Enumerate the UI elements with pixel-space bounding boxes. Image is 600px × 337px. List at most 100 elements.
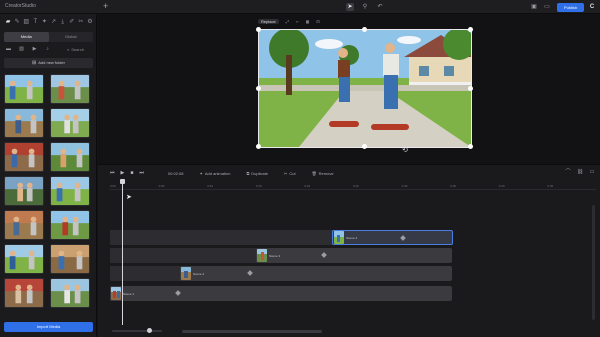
resize-handle-top-left[interactable] — [256, 27, 261, 32]
keyframe-marker[interactable] — [321, 252, 327, 258]
media-thumbnail[interactable] — [4, 278, 44, 308]
tab-media[interactable]: Media — [4, 32, 49, 42]
title-bar: CreatorStudio + ➤ ⚲ ↶ ▣ ▭ Publish C — [0, 0, 600, 14]
playhead[interactable] — [122, 180, 123, 325]
link-icon[interactable]: ⛓ — [576, 168, 584, 176]
media-thumbnail[interactable] — [50, 108, 90, 138]
stop-icon[interactable]: ■ — [130, 170, 133, 176]
keyframe-marker[interactable] — [247, 270, 253, 276]
timeline-vertical-scrollbar[interactable] — [592, 205, 595, 320]
replace-button[interactable]: Replace — [258, 18, 279, 24]
search-label: Search — [71, 47, 84, 52]
media-thumbnail[interactable] — [4, 244, 44, 274]
preview-frame[interactable] — [256, 27, 475, 149]
media-thumbnail[interactable] — [50, 142, 90, 172]
grid-icon[interactable]: ▦ — [306, 19, 310, 24]
media-thumbnail[interactable] — [50, 244, 90, 274]
resize-handle-top-right[interactable] — [468, 27, 473, 32]
publish-button[interactable]: Publish — [557, 3, 584, 12]
media-thumbnail[interactable] — [4, 210, 44, 240]
media-thumbnail[interactable] — [50, 74, 90, 104]
media-thumbnail[interactable] — [4, 74, 44, 104]
trash-icon: 🗑 — [311, 170, 317, 176]
magnet-icon[interactable]: ⌒ — [564, 168, 572, 176]
keyframe-marker[interactable] — [400, 235, 406, 241]
cursor-icon[interactable]: ➤ — [346, 3, 354, 11]
search-button[interactable]: ⌕ Search — [67, 45, 93, 54]
ruler-tick-label: 0:10 — [207, 184, 214, 188]
panel-icon[interactable]: ▭ — [588, 168, 596, 176]
timeline-horizontal-scrollbar[interactable] — [182, 330, 322, 333]
zoom-slider-knob[interactable] — [147, 328, 152, 333]
app-title: CreatorStudio — [5, 3, 36, 9]
clip-scene-2[interactable]: Scene 2 — [180, 266, 452, 281]
logo-icon: C — [589, 4, 595, 10]
zoom-slider[interactable] — [112, 330, 162, 332]
mouse-cursor-icon: ➤ — [126, 194, 132, 201]
undo-icon[interactable]: ↶ — [376, 3, 384, 11]
ruler-tick-label: 0:20 — [304, 184, 311, 188]
clip-label: Scene 1 — [123, 291, 135, 296]
media-panel: ▰ ✎ ▧ T ✦ ↗ ⤓ ✐ ✂ ⚙ Media Global ▬ ▨ ▶ ♪… — [0, 14, 97, 337]
clip-thumbnail — [257, 249, 267, 262]
skip-forward-icon[interactable]: ⏭ — [139, 170, 144, 176]
keyframe-marker[interactable] — [175, 290, 181, 296]
expand-icon[interactable]: ⤢ — [286, 19, 289, 24]
brush-icon[interactable]: ✎ — [13, 18, 21, 26]
resize-handle-bottom-left[interactable] — [256, 144, 261, 149]
duplicate-button[interactable]: ⧉ Duplicate — [246, 171, 268, 176]
timeline-tools: ⌒ ⛓ ▭ — [564, 168, 596, 176]
layout-icon[interactable]: ▣ — [530, 3, 538, 11]
media-thumbnail[interactable] — [4, 142, 44, 172]
media-thumbnail[interactable] — [4, 108, 44, 138]
image-icon[interactable]: ▧ — [22, 18, 30, 26]
video-filter-icon[interactable]: ▶ — [30, 45, 39, 54]
import-media-button[interactable]: Import Media — [4, 322, 93, 332]
rotate-icon[interactable]: ⟲ — [402, 146, 408, 154]
media-thumbnail[interactable] — [4, 176, 44, 206]
add-folder-label: Add new folder — [38, 60, 65, 65]
audio-filter-icon[interactable]: ♪ — [43, 45, 52, 54]
resize-handle-top[interactable] — [362, 27, 367, 32]
image-filter-icon[interactable]: ▨ — [17, 45, 26, 54]
pin-icon[interactable]: ⚲ — [361, 3, 369, 11]
add-animation-label: Add animation — [204, 170, 231, 176]
play-icon[interactable]: ▶ — [121, 170, 125, 176]
clip-scene-4[interactable]: Scene 4 — [332, 230, 453, 245]
media-thumbnail[interactable] — [50, 176, 90, 206]
resize-handle-left[interactable] — [256, 86, 261, 91]
remove-button[interactable]: 🗑 Remove — [312, 171, 334, 176]
cut-icon[interactable]: ✂ — [77, 18, 85, 26]
ruler-tick-label: 0:15 — [255, 184, 262, 188]
add-animation-button[interactable]: ✦ Add animation — [200, 171, 231, 176]
folder-filter-icon[interactable]: ▬ — [4, 45, 13, 54]
clip-scene-1[interactable]: Scene 1 — [110, 286, 452, 301]
sparkle-icon[interactable]: ✦ — [40, 18, 48, 26]
media-thumbnail[interactable] — [50, 278, 90, 308]
link-icon[interactable]: ⊡ — [316, 19, 319, 24]
tab-global[interactable]: Global — [49, 32, 94, 42]
ruler-tick-label: 0:35 — [450, 184, 457, 188]
preview-area: Replace ⤢ ‹› ▦ ⊡ — [98, 14, 600, 164]
clip-label: Scene 2 — [193, 271, 205, 276]
arrow-icon[interactable]: ↗ — [50, 18, 58, 26]
timeline-ruler[interactable]: 0:00 0:05 0:10 0:15 0:20 0:25 0:30 0:35 0:40 0:45 — [110, 182, 596, 190]
clip-scene-3[interactable]: Scene 3 — [256, 248, 452, 263]
add-folder-button[interactable]: ⊞ Add new folder — [4, 58, 93, 68]
monitor-icon[interactable]: ▭ — [543, 3, 551, 11]
settings-icon[interactable]: ⚙ — [86, 18, 94, 26]
skip-back-icon[interactable]: ⏮ — [110, 170, 115, 176]
text-icon[interactable]: T — [31, 18, 39, 26]
folder-icon[interactable]: ▰ — [4, 18, 12, 26]
resize-handle-bottom[interactable] — [362, 144, 367, 149]
cut-button[interactable]: ✂ Cut — [284, 171, 296, 176]
download-icon[interactable]: ⤓ — [59, 18, 67, 26]
resize-handle-bottom-right[interactable] — [468, 144, 473, 149]
duplicate-label: Duplicate — [251, 170, 268, 176]
media-thumbnail[interactable] — [50, 210, 90, 240]
pencil-icon[interactable]: ✐ — [68, 18, 76, 26]
clip-label: Scene 3 — [269, 253, 281, 258]
resize-handle-right[interactable] — [468, 86, 473, 91]
code-icon[interactable]: ‹› — [296, 19, 299, 24]
new-tab-button[interactable]: + — [103, 1, 108, 11]
